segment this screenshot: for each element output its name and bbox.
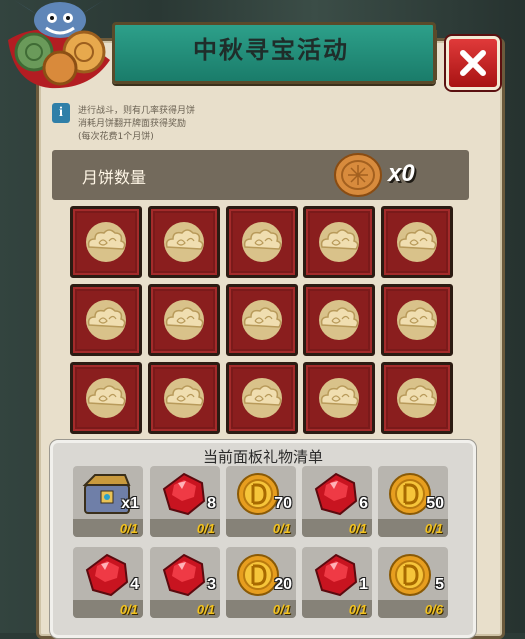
flip-card[interactable] <box>226 284 298 356</box>
info-text-line-1: 进行战斗，则有几率获得月饼 <box>78 106 196 116</box>
reward-item[interactable]: 50 0/1 <box>378 466 448 537</box>
info-text-line-3: (每次花费1个月饼) <box>78 132 154 142</box>
reward-progress-text: 0/1 <box>424 521 443 536</box>
reward-quantity: 50 <box>426 495 444 512</box>
flip-card[interactable] <box>148 284 220 356</box>
red-gem-icon <box>310 552 362 602</box>
reward-item[interactable]: 1 0/1 <box>302 547 372 618</box>
info-icon: i <box>52 103 70 123</box>
reward-quantity: 20 <box>274 576 292 593</box>
reward-progress-text: 0/6 <box>424 602 443 617</box>
flip-card[interactable] <box>226 206 298 278</box>
page-title: 中秋寻宝活动 <box>193 36 349 64</box>
reward-quantity: x1 <box>121 495 139 512</box>
reward-quantity: 3 <box>207 576 216 593</box>
reward-quantity: 1 <box>359 576 368 593</box>
red-gem-icon <box>158 471 210 521</box>
flip-card[interactable] <box>381 206 453 278</box>
reward-progress-text: 0/1 <box>272 602 291 617</box>
reward-progress-text: 0/1 <box>196 521 215 536</box>
flip-card[interactable] <box>70 284 142 356</box>
flip-card[interactable] <box>381 284 453 356</box>
reward-quantity: 6 <box>359 495 368 512</box>
reward-progress-text: 0/1 <box>119 521 138 536</box>
reward-item[interactable]: 20 0/1 <box>226 547 296 618</box>
flip-card[interactable] <box>381 362 453 434</box>
reward-list-title: 当前面板礼物清单 <box>202 448 323 466</box>
reward-item[interactable]: 5 0/6 <box>378 547 448 618</box>
red-gem-icon <box>158 552 210 602</box>
close-button[interactable] <box>446 36 500 90</box>
reward-progress-text: 0/1 <box>196 602 215 617</box>
red-gem-icon <box>81 552 133 602</box>
flip-card[interactable] <box>303 206 375 278</box>
mooncake-count-label: 月饼数量 <box>82 168 147 187</box>
reward-item[interactable]: 6 0/1 <box>302 466 372 537</box>
reward-quantity: 70 <box>274 495 292 512</box>
close-icon <box>460 50 486 76</box>
flip-card[interactable] <box>226 362 298 434</box>
flip-card[interactable] <box>148 362 220 434</box>
flip-card[interactable] <box>70 362 142 434</box>
reward-item[interactable]: x1 0/1 <box>73 466 143 537</box>
reward-item[interactable]: 3 0/1 <box>150 547 220 618</box>
reward-progress-text: 0/1 <box>119 602 138 617</box>
reward-item[interactable]: 8 0/1 <box>150 466 220 537</box>
reward-progress-text: 0/1 <box>348 521 367 536</box>
reward-quantity: 4 <box>130 576 139 593</box>
reward-item[interactable]: 4 0/1 <box>73 547 143 618</box>
gold-coin-icon <box>386 552 438 602</box>
mooncake-count-value: x0 <box>388 160 415 187</box>
mooncake-icon <box>334 153 382 197</box>
reward-item[interactable]: 70 0/1 <box>226 466 296 537</box>
reward-progress-text: 0/1 <box>272 521 291 536</box>
reward-progress-text: 0/1 <box>348 602 367 617</box>
flip-card[interactable] <box>303 362 375 434</box>
goblin-mascot-icon <box>8 0 110 89</box>
red-gem-icon <box>310 471 362 521</box>
flip-card[interactable] <box>148 206 220 278</box>
reward-quantity: 5 <box>435 576 444 593</box>
info-text-line-2: 消耗月饼翻开牌面获得奖励 <box>78 119 187 129</box>
flip-card[interactable] <box>70 206 142 278</box>
reward-quantity: 8 <box>207 495 216 512</box>
flip-card[interactable] <box>303 284 375 356</box>
